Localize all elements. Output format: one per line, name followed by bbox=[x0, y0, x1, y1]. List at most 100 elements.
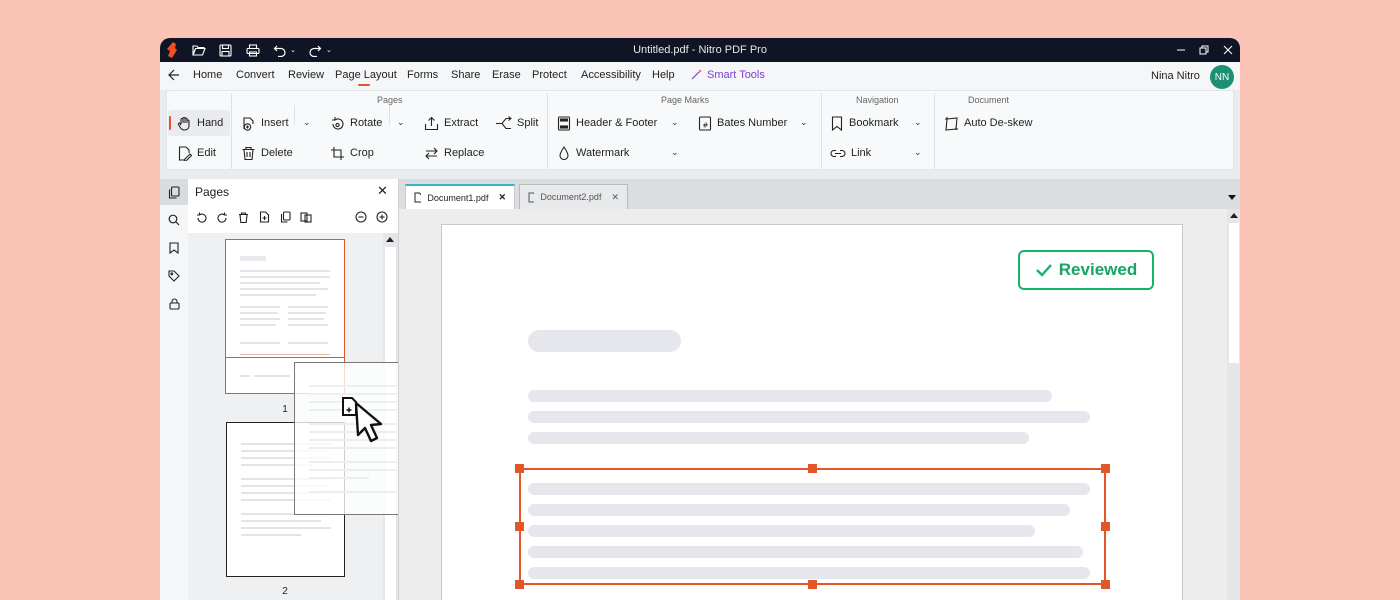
thumb-line bbox=[241, 520, 321, 522]
menu-forms[interactable]: Forms bbox=[407, 69, 438, 81]
text-placeholder-line bbox=[528, 390, 1052, 402]
close-icon[interactable]: ✕ bbox=[611, 192, 619, 203]
pages-icon bbox=[168, 185, 180, 199]
document-scrollbar[interactable] bbox=[1227, 209, 1240, 600]
close-icon[interactable]: ✕ bbox=[498, 192, 506, 203]
replace-button[interactable]: Replace bbox=[424, 143, 484, 163]
link-dropdown-icon[interactable]: ⌄ bbox=[914, 147, 922, 158]
edit-icon bbox=[178, 145, 192, 161]
restore-icon[interactable] bbox=[1196, 42, 1212, 58]
bookmark-dropdown-icon[interactable]: ⌄ bbox=[914, 117, 922, 128]
separator bbox=[547, 93, 548, 169]
security-panel-toggle[interactable] bbox=[160, 291, 188, 317]
reviewed-stamp[interactable]: Reviewed bbox=[1018, 250, 1154, 290]
insert-page-icon[interactable] bbox=[257, 210, 271, 224]
resize-handle[interactable] bbox=[515, 580, 524, 589]
pages-panel-toggle[interactable] bbox=[160, 179, 188, 205]
rotate-button[interactable]: Rotate bbox=[330, 113, 382, 133]
auto-deskew-button[interactable]: Auto De-skew bbox=[944, 113, 1032, 133]
separator bbox=[934, 93, 935, 169]
hand-button[interactable]: Hand bbox=[177, 113, 223, 133]
menu-home[interactable]: Home bbox=[193, 69, 222, 81]
thumb-line bbox=[240, 270, 330, 272]
scroll-up-icon[interactable] bbox=[1230, 213, 1238, 218]
link-button[interactable]: Link bbox=[830, 143, 871, 163]
search-panel-toggle[interactable] bbox=[160, 207, 188, 233]
copy-page-icon[interactable] bbox=[278, 210, 292, 224]
bookmark-label: Bookmark bbox=[849, 117, 899, 129]
thumb-line bbox=[240, 288, 328, 290]
menu-erase[interactable]: Erase bbox=[492, 69, 521, 81]
menu-review[interactable]: Review bbox=[288, 69, 324, 81]
crop-button[interactable]: Crop bbox=[330, 143, 374, 163]
app-window: ⌄ ⌄ Untitled.pdf - Nitro PDF Pro Home Co… bbox=[160, 38, 1240, 600]
thumb-line bbox=[309, 469, 397, 471]
tags-panel-toggle[interactable] bbox=[160, 263, 188, 289]
page-number-2: 2 bbox=[282, 586, 288, 597]
thumb-line bbox=[240, 312, 278, 314]
user-name: Nina Nitro bbox=[1151, 70, 1200, 82]
back-arrow-icon[interactable] bbox=[168, 69, 180, 84]
selection-box[interactable] bbox=[519, 468, 1106, 585]
extract-button[interactable]: Extract bbox=[424, 113, 478, 133]
bookmark-button[interactable]: Bookmark bbox=[830, 113, 899, 133]
minimize-icon[interactable] bbox=[1173, 42, 1189, 58]
insert-button[interactable]: Insert bbox=[241, 113, 289, 133]
rotate-left-icon[interactable] bbox=[194, 210, 208, 224]
tab-document1[interactable]: Document1.pdf ✕ bbox=[405, 184, 515, 209]
bookmarks-panel-toggle[interactable] bbox=[160, 235, 188, 261]
tab-list-dropdown-icon[interactable] bbox=[1228, 195, 1236, 200]
thumb-line bbox=[309, 461, 397, 463]
svg-text:#: # bbox=[703, 121, 709, 129]
watermark-button[interactable]: Watermark bbox=[557, 143, 629, 163]
lock-icon bbox=[168, 298, 180, 310]
paste-page-icon[interactable] bbox=[299, 210, 313, 224]
resize-handle[interactable] bbox=[1101, 522, 1110, 531]
menu-protect[interactable]: Protect bbox=[532, 69, 567, 81]
zoom-out-icon[interactable] bbox=[354, 210, 368, 224]
menu-share[interactable]: Share bbox=[451, 69, 480, 81]
header-footer-dropdown-icon[interactable]: ⌄ bbox=[671, 117, 679, 128]
tab-label: Document1.pdf bbox=[427, 192, 489, 203]
scrollbar-thumb[interactable] bbox=[1229, 223, 1239, 363]
magic-wand-icon bbox=[690, 68, 703, 84]
bates-number-dropdown-icon[interactable]: ⌄ bbox=[800, 117, 808, 128]
crop-icon bbox=[331, 146, 344, 160]
menu-page-layout[interactable]: Page Layout bbox=[335, 69, 397, 86]
close-icon[interactable]: ✕ bbox=[377, 183, 388, 199]
resize-handle[interactable] bbox=[1101, 580, 1110, 589]
edit-button[interactable]: Edit bbox=[177, 143, 216, 163]
delete-button[interactable]: Delete bbox=[241, 143, 293, 163]
thumb-line bbox=[254, 375, 290, 377]
split-icon bbox=[496, 115, 512, 129]
avatar[interactable]: NN bbox=[1210, 65, 1234, 89]
group-label-document: Document bbox=[968, 95, 1010, 105]
menu-help[interactable]: Help bbox=[652, 69, 675, 81]
close-window-icon[interactable] bbox=[1220, 42, 1236, 58]
page-number-1: 1 bbox=[282, 404, 288, 415]
insert-dropdown-icon[interactable]: ⌄ bbox=[303, 117, 311, 128]
split-button[interactable]: Split bbox=[495, 113, 538, 133]
tab-document2[interactable]: Document2.pdf ✕ bbox=[519, 184, 628, 209]
trash-icon[interactable] bbox=[236, 210, 250, 224]
resize-handle[interactable] bbox=[808, 464, 817, 473]
pdf-page[interactable]: Reviewed bbox=[441, 224, 1183, 600]
resize-handle[interactable] bbox=[1101, 464, 1110, 473]
menu-smart-tools[interactable]: Smart Tools bbox=[707, 69, 765, 81]
scroll-up-icon[interactable] bbox=[386, 237, 394, 242]
thumb-line bbox=[240, 324, 276, 326]
bates-number-button[interactable]: # Bates Number bbox=[698, 113, 787, 133]
zoom-in-icon[interactable] bbox=[375, 210, 389, 224]
resize-handle[interactable] bbox=[515, 464, 524, 473]
thumb-line bbox=[240, 294, 316, 296]
rotate-right-icon[interactable] bbox=[215, 210, 229, 224]
resize-handle[interactable] bbox=[808, 580, 817, 589]
watermark-dropdown-icon[interactable]: ⌄ bbox=[671, 147, 679, 158]
menu-accessibility[interactable]: Accessibility bbox=[581, 69, 641, 81]
resize-handle[interactable] bbox=[515, 522, 524, 531]
bates-number-label: Bates Number bbox=[717, 117, 788, 129]
menu-convert[interactable]: Convert bbox=[236, 69, 275, 81]
extract-icon bbox=[424, 116, 439, 130]
rotate-dropdown-icon[interactable]: ⌄ bbox=[397, 117, 405, 128]
header-footer-button[interactable]: Header & Footer bbox=[557, 113, 657, 133]
